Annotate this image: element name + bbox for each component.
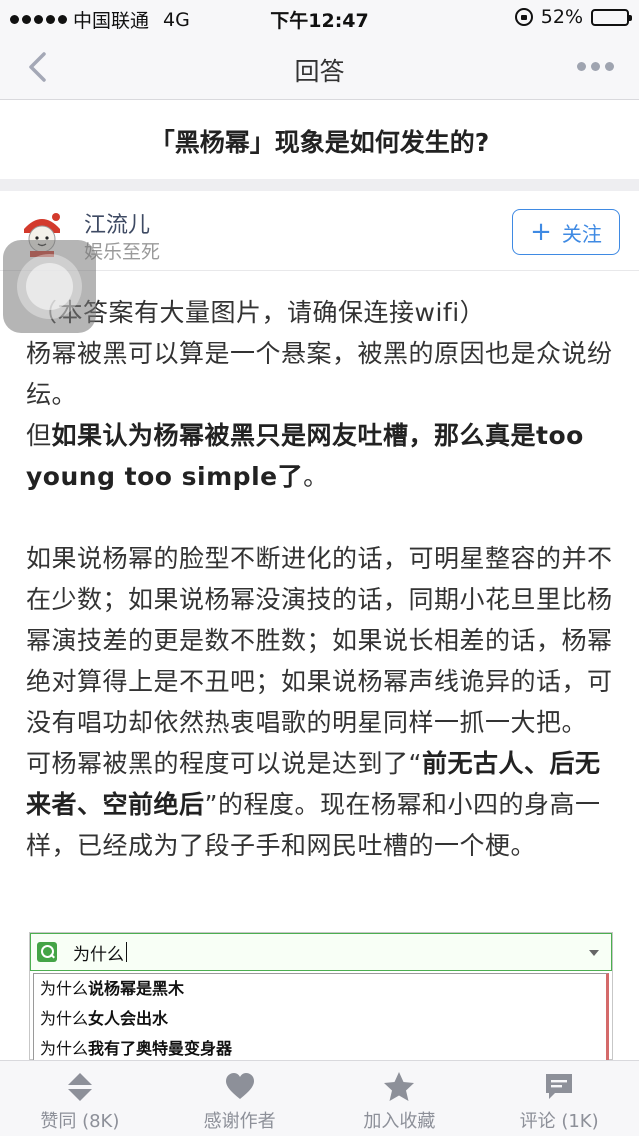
embedded-search-query: 为什么 (73, 944, 124, 965)
suggestion-bold: 女人会出水 (88, 1009, 169, 1028)
add-favorite-button[interactable]: 加入收藏 (320, 1061, 480, 1136)
suggestion-prefix: 为什么 (40, 979, 89, 998)
battery-percent: 52% (540, 6, 583, 28)
star-icon (384, 1072, 415, 1101)
embedded-search-image[interactable]: 为什么 为什么说杨幂是黑木 为什么女人会出水 为什么我有了奥特曼变身器 (29, 932, 613, 1065)
vote-arrows-icon (67, 1073, 92, 1101)
question-title[interactable]: 「黑杨幂」现象是如何发生的? (0, 101, 639, 179)
thank-author-label: 感谢作者 (203, 1111, 276, 1132)
assistive-touch-button[interactable] (3, 240, 96, 333)
answer-content: （本答案有大量图片，请确保连接wifi） 杨幂被黑可以算是一个悬案，被黑的原因也… (26, 292, 624, 866)
more-options-icon[interactable] (577, 56, 617, 76)
vote-label: 赞同 (8K) (40, 1111, 120, 1132)
thank-author-button[interactable]: 感谢作者 (160, 1061, 320, 1136)
section-divider (0, 179, 639, 191)
suggestion-item: 为什么说杨幂是黑木 (34, 974, 606, 1004)
nav-title: 回答 (294, 57, 345, 86)
battery-icon (591, 8, 632, 26)
suggestion-item: 为什么女人会出水 (34, 1004, 606, 1034)
nav-bar: 回答 (0, 34, 639, 100)
suggestion-prefix: 为什么 (40, 1039, 89, 1058)
follow-button[interactable]: + 关注 (512, 209, 620, 255)
comment-label: 评论 (1K) (519, 1111, 599, 1132)
text-caret (126, 942, 127, 962)
follow-label: 关注 (561, 221, 602, 246)
answer-paragraph-1: （本答案有大量图片，请确保连接wifi） (32, 298, 486, 327)
answer-p5-a: 可杨幂被黑的程度可以说是达到了“ (26, 749, 422, 778)
suggestion-bold: 说杨幂是黑木 (88, 979, 185, 998)
add-favorite-label: 加入收藏 (363, 1111, 436, 1132)
embedded-search-box: 为什么 (30, 933, 612, 971)
dropdown-arrow-icon (589, 950, 599, 956)
suggestion-bold: 我有了奥特曼变身器 (88, 1039, 233, 1058)
author-name[interactable]: 江流儿 (84, 207, 150, 239)
search-engine-icon (37, 942, 57, 962)
heart-icon (225, 1073, 254, 1099)
answer-paragraph-2: 杨幂被黑可以算是一个悬案，被黑的原因也是众说纷纭。 (26, 339, 613, 409)
answer-paragraph-3: 但如果认为杨幂被黑只是网友吐槽，那么真是too young too simple… (26, 415, 624, 497)
bottom-action-bar: 赞同 (8K) 感谢作者 加入收藏 评论 (1K) (0, 1060, 639, 1136)
answer-paragraph-4: 如果说杨幂的脸型不断进化的话，可明星整容的并不在少数；如果说杨幂没演技的话，同期… (26, 544, 613, 737)
comment-icon (546, 1074, 573, 1099)
vote-button[interactable]: 赞同 (8K) (0, 1061, 160, 1136)
answer-p3-prefix: 但 (26, 421, 52, 450)
suggestion-prefix: 为什么 (40, 1009, 89, 1028)
plus-icon: + (530, 217, 552, 247)
status-right: 52% (514, 6, 632, 28)
status-bar: 中国联通 4G 下午12:47 52% (0, 0, 639, 34)
answer-paragraph-5: 可杨幂被黑的程度可以说是达到了“前无古人、后无来者、空前绝后”的程度。现在杨幂和… (26, 743, 624, 866)
rotation-lock-icon (514, 8, 533, 26)
comment-button[interactable]: 评论 (1K) (479, 1061, 639, 1136)
answer-p3-suffix: 。 (303, 462, 329, 491)
embedded-suggestion-list: 为什么说杨幂是黑木 为什么女人会出水 为什么我有了奥特曼变身器 (33, 973, 609, 1065)
